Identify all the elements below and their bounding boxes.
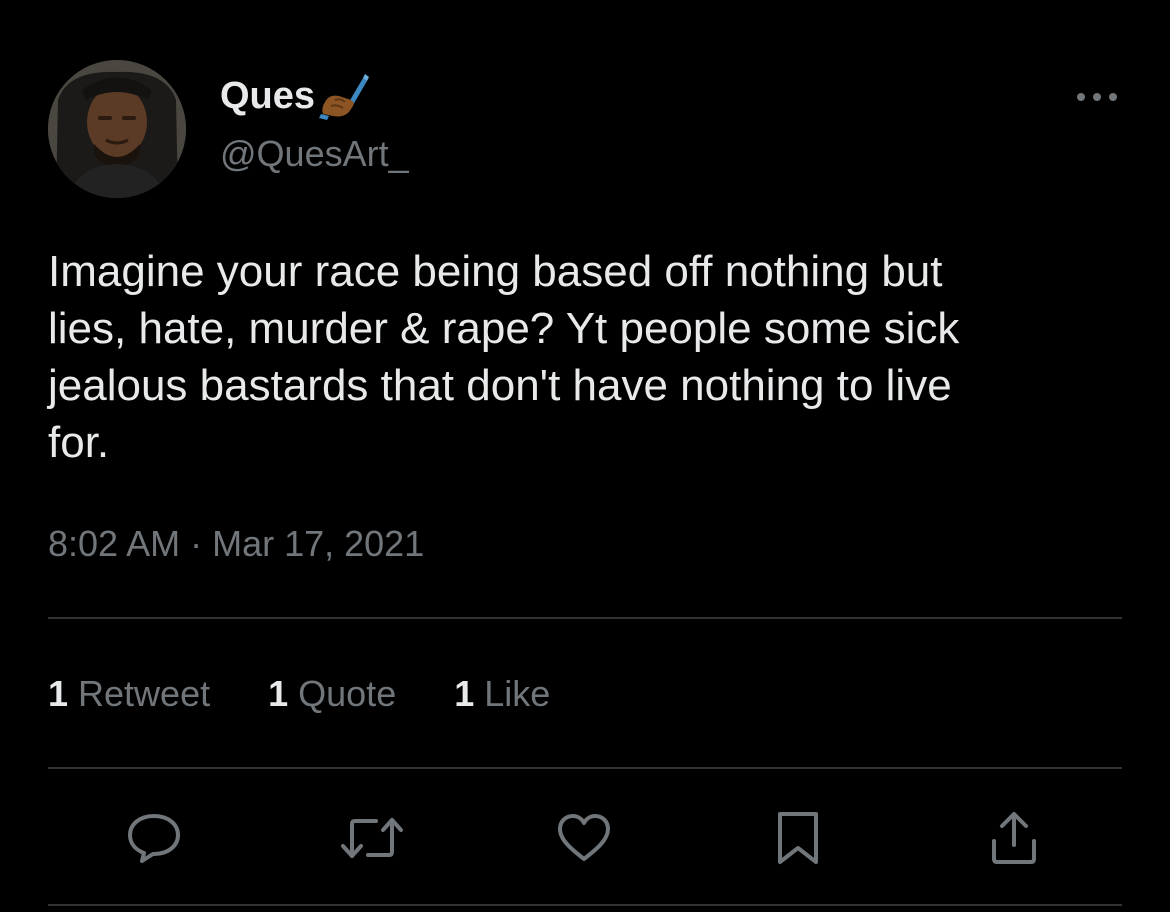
retweet-label: Retweet (78, 673, 211, 714)
tweet-timestamp[interactable]: 8:02 AM · Mar 17, 2021 (48, 520, 424, 568)
bookmark-button[interactable] (768, 808, 828, 868)
divider (48, 904, 1122, 906)
like-count: 1 (454, 673, 475, 714)
author-name-row[interactable]: Ques (220, 72, 370, 120)
quote-count: 1 (268, 673, 289, 714)
tweet-text-line: lies, hate, murder & rape? Yt people som… (48, 304, 960, 353)
reply-button[interactable] (124, 808, 184, 868)
more-options-button[interactable] (1070, 80, 1124, 114)
like-label: Like (484, 673, 551, 714)
author-display-name[interactable]: Ques (220, 72, 315, 120)
bookmark-icon (778, 812, 818, 864)
quote-count-link[interactable]: 1 Quote (268, 670, 396, 718)
avatar[interactable] (48, 60, 186, 198)
tweet-text-line: Imagine your race being based off nothin… (48, 247, 943, 296)
divider (48, 617, 1122, 619)
reply-icon (128, 814, 180, 863)
tweet-stats: 1 Retweet 1 Quote 1 Like (48, 670, 550, 718)
like-button[interactable] (554, 808, 614, 868)
retweet-icon (341, 818, 403, 858)
quote-label: Quote (298, 673, 397, 714)
divider (48, 767, 1122, 769)
tweet-text-line: jealous bastards that don't have nothing… (48, 361, 952, 410)
share-button[interactable] (984, 808, 1044, 868)
avatar-image (48, 60, 186, 198)
retweet-button[interactable] (340, 808, 404, 868)
like-count-link[interactable]: 1 Like (454, 670, 550, 718)
retweet-count-link[interactable]: 1 Retweet (48, 670, 210, 718)
tweet-text-line: for. (48, 418, 110, 467)
share-icon (992, 812, 1036, 864)
author-handle[interactable]: @QuesArt_ (220, 130, 409, 178)
tweet-text: Imagine your race being based off nothin… (48, 243, 1128, 471)
like-icon (558, 814, 610, 861)
retweet-count: 1 (48, 673, 69, 714)
writing-hand-emoji-icon (319, 74, 370, 120)
more-icon (1077, 93, 1117, 101)
